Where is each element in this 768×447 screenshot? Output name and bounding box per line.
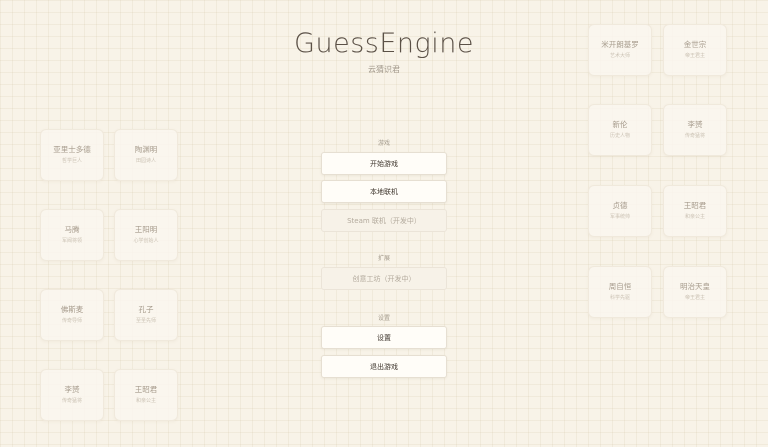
character-name: 孔子 [138, 305, 154, 314]
character-name: 李赟 [64, 385, 80, 394]
character-card: 贞德 军事统帅 [588, 185, 652, 237]
character-card: 孔子 至圣先师 [114, 289, 178, 341]
character-role: 传奇猛将 [61, 398, 82, 404]
character-role: 科学先驱 [609, 295, 630, 301]
character-role: 军事统帅 [609, 214, 630, 220]
character-name: 王阳明 [134, 225, 158, 234]
character-name: 王昭君 [134, 385, 158, 394]
character-card: 新伦 历史人物 [588, 104, 652, 156]
character-card: 王阳明 心学创始人 [114, 209, 178, 261]
character-name: 亚里士多德 [53, 145, 91, 154]
character-role: 艺术大师 [609, 53, 630, 59]
character-card: 亚里士多德 哲学巨人 [40, 129, 104, 181]
local-multiplayer-button[interactable]: 本地联机 [321, 180, 447, 203]
character-card: 周自恒 科学先驱 [588, 266, 652, 318]
character-role: 历史人物 [609, 133, 630, 139]
character-card: 马腾 军阀将领 [40, 209, 104, 261]
workshop-button[interactable]: 创意工坊（开发中） [321, 267, 447, 290]
app-title: GuessEngine [294, 28, 474, 59]
character-name: 李赟 [687, 120, 703, 129]
section-label-settings: 设置 [377, 315, 390, 322]
character-name: 佛斯麦 [60, 305, 84, 314]
exit-game-button[interactable]: 退出游戏 [321, 355, 447, 378]
character-card: 陶渊明 田园诗人 [114, 129, 178, 181]
character-name: 王昭君 [683, 201, 707, 210]
character-name: 陶渊明 [134, 145, 158, 154]
settings-button[interactable]: 设置 [321, 326, 447, 349]
character-card: 米开朗基罗 艺术大师 [588, 24, 652, 76]
character-role: 心学创始人 [133, 238, 159, 244]
character-role: 帝王君主 [684, 53, 705, 59]
steam-multiplayer-button[interactable]: Steam 联机（开发中） [321, 209, 447, 232]
character-card: 佛斯麦 传奇导师 [40, 289, 104, 341]
character-name: 米开朗基罗 [601, 40, 639, 49]
character-card: 金世宗 帝王君主 [663, 24, 727, 76]
character-role: 和亲公主 [684, 214, 705, 220]
character-card: 明治天皇 帝王君主 [663, 266, 727, 318]
character-name: 金世宗 [683, 40, 707, 49]
character-role: 军阀将领 [61, 238, 82, 244]
start-game-button[interactable]: 开始游戏 [321, 152, 447, 175]
character-role: 哲学巨人 [61, 158, 82, 164]
character-card: 李赟 传奇猛将 [40, 369, 104, 421]
character-role: 传奇导师 [61, 318, 82, 324]
character-name: 周自恒 [608, 282, 632, 291]
character-role: 田园诗人 [135, 158, 156, 164]
character-card: 李赟 传奇猛将 [663, 104, 727, 156]
character-card: 王昭君 和亲公主 [114, 369, 178, 421]
app-subtitle: 云猜识君 [368, 65, 400, 74]
character-name: 明治天皇 [680, 282, 710, 291]
section-label-extension: 扩展 [377, 255, 390, 262]
character-role: 至圣先师 [135, 318, 156, 324]
character-name: 新伦 [612, 120, 628, 129]
character-name: 马腾 [64, 225, 80, 234]
character-role: 传奇猛将 [684, 133, 705, 139]
section-label-game: 游戏 [377, 140, 390, 147]
character-role: 帝王君主 [684, 295, 705, 301]
character-name: 贞德 [612, 201, 628, 210]
character-role: 和亲公主 [135, 398, 156, 404]
character-card: 王昭君 和亲公主 [663, 185, 727, 237]
